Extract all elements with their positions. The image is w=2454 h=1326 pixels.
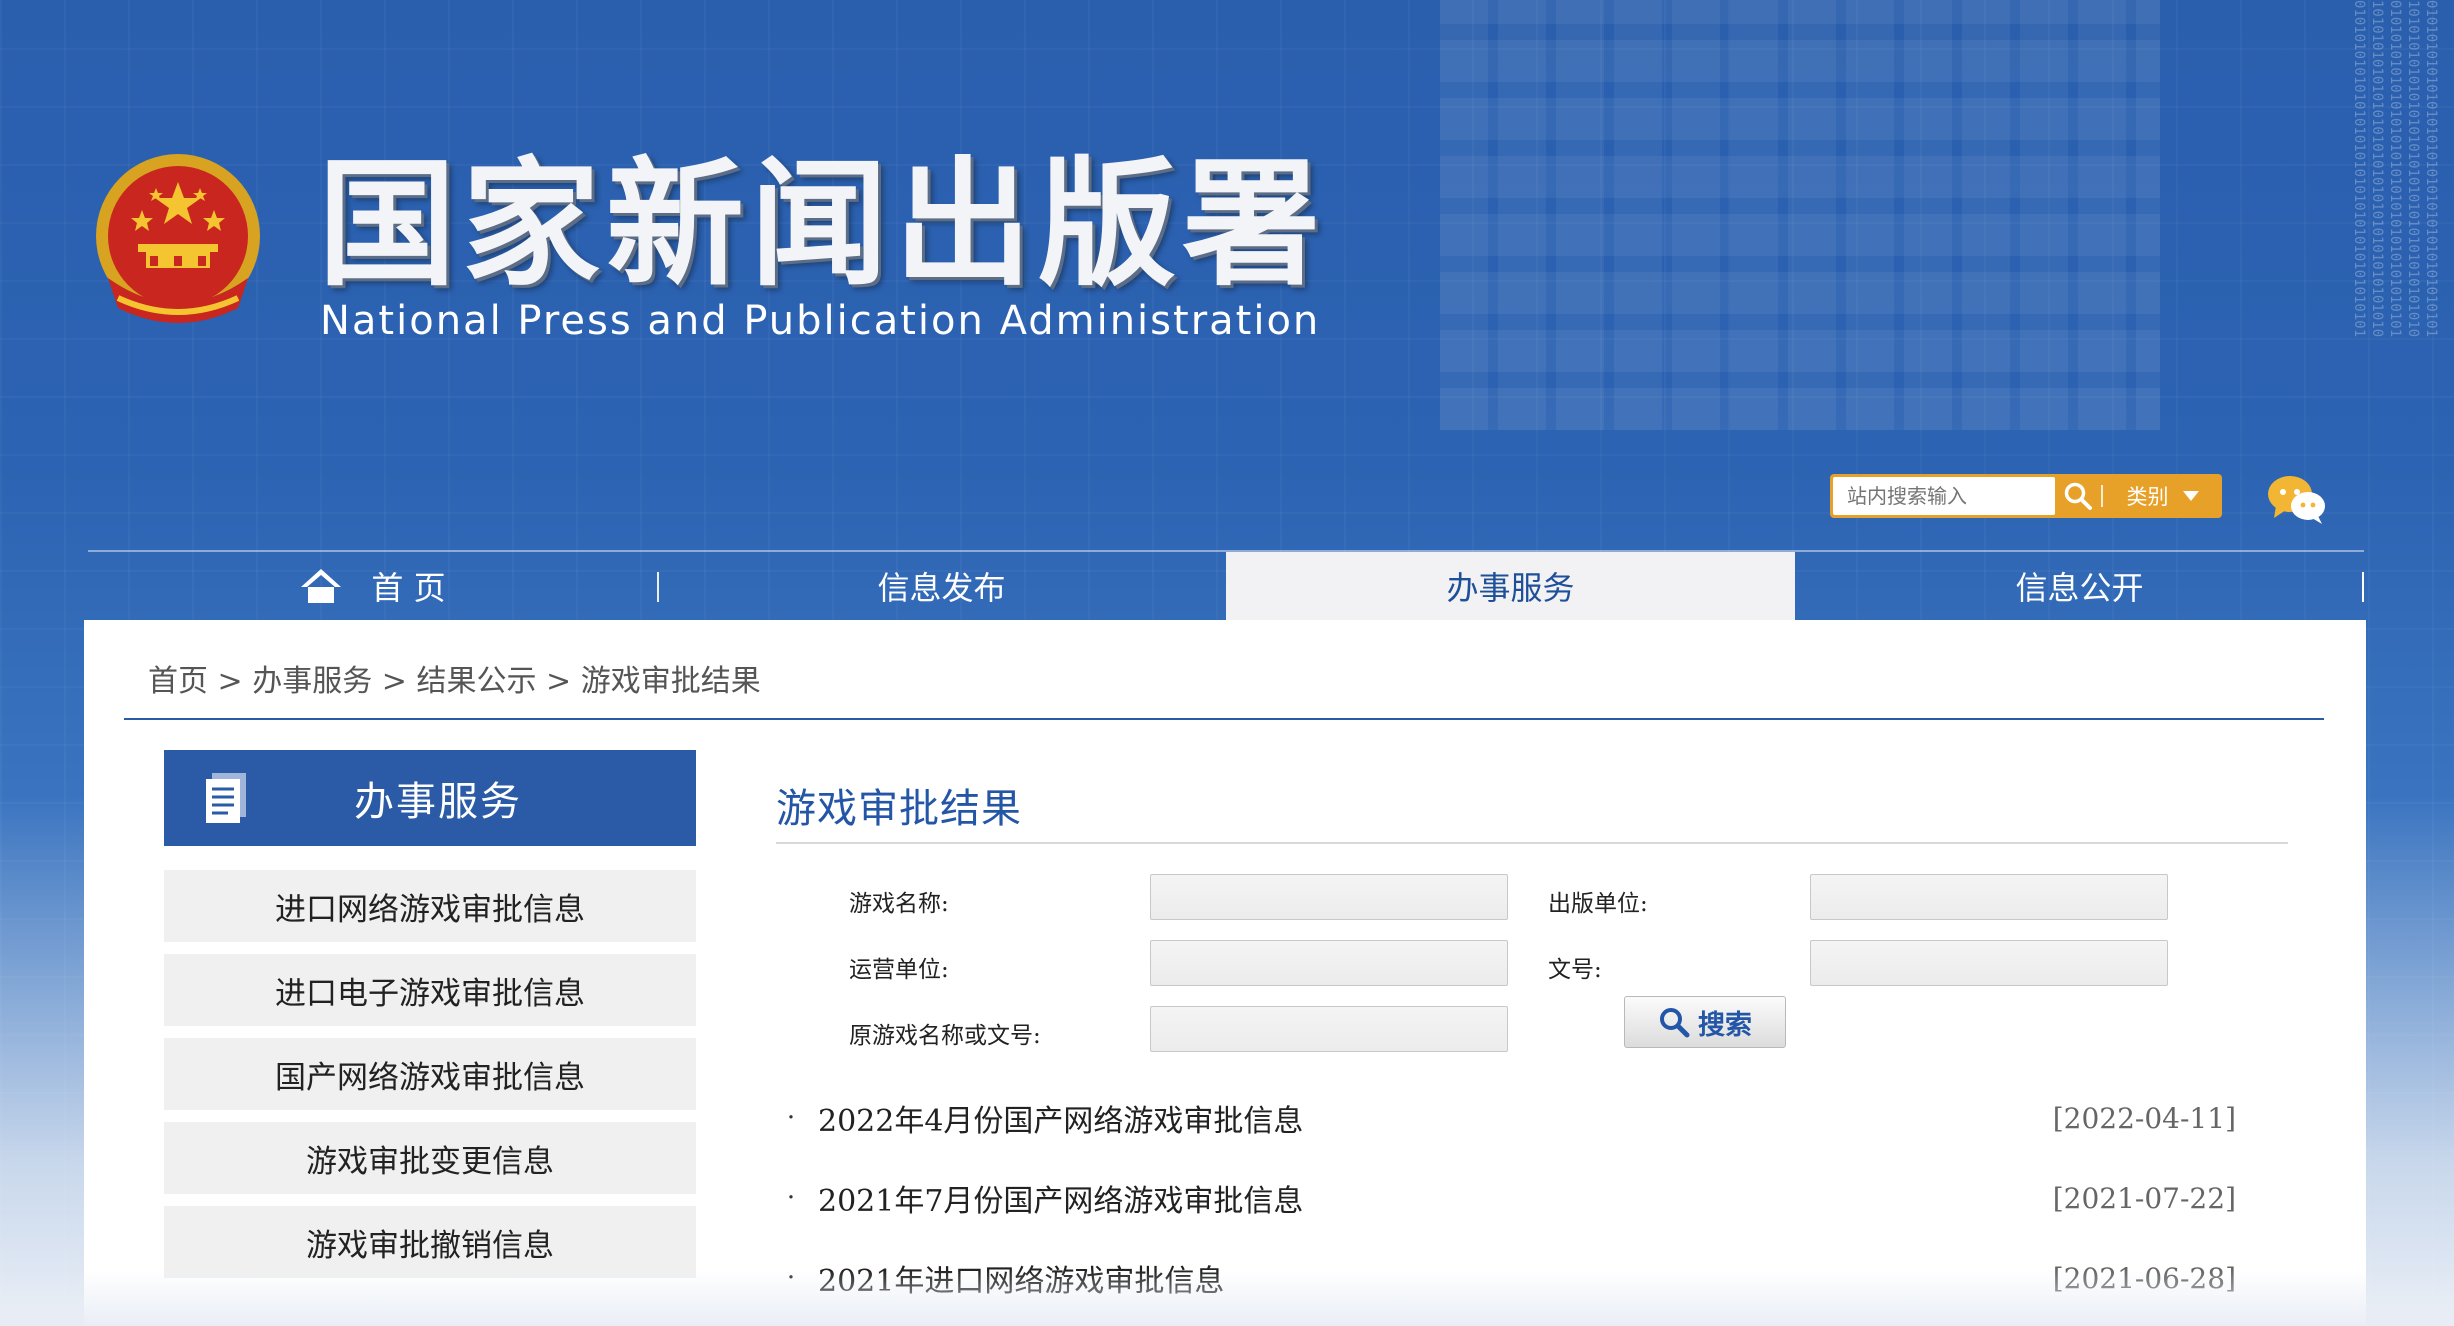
- wechat-icon[interactable]: [2266, 470, 2328, 526]
- sidebar-item-approval-changes[interactable]: 游戏审批变更信息: [164, 1122, 696, 1194]
- publisher-input[interactable]: [1810, 874, 2168, 920]
- sidebar-item-imported-online-games[interactable]: 进口网络游戏审批信息: [164, 870, 696, 942]
- document-icon: [206, 773, 246, 823]
- search-divider: [2101, 485, 2103, 507]
- breadcrumb-home[interactable]: 首页: [148, 664, 208, 699]
- site-search-input[interactable]: [1833, 477, 2055, 515]
- game-name-input[interactable]: [1150, 874, 1508, 920]
- site-title: 国家新闻出版署: [318, 144, 1327, 305]
- page-title: 游戏审批结果: [776, 786, 1022, 832]
- search-submit-label: 搜索: [1698, 1009, 1752, 1041]
- nav-info-release-label: 信息发布: [877, 569, 1006, 607]
- breadcrumb-divider: [124, 718, 2324, 720]
- site-search-button[interactable]: [2055, 476, 2101, 516]
- breadcrumb-separator: >: [546, 664, 572, 699]
- operator-label: 运营单位:: [849, 957, 949, 983]
- doc-number-label: 文号:: [1548, 957, 1602, 983]
- breadcrumb-current[interactable]: 游戏审批结果: [581, 664, 761, 699]
- original-name-input[interactable]: [1150, 1006, 1508, 1052]
- category-label: 类别: [2126, 485, 2169, 509]
- nav-services[interactable]: 办事服务: [1226, 552, 1795, 620]
- list-item[interactable]: · 2021年7月份国产网络游戏审批信息 [2021-07-22]: [776, 1158, 2236, 1238]
- main-nav: 首 页 信息发布 办事服务 信息公开: [88, 550, 2364, 620]
- breadcrumb-results[interactable]: 结果公示: [416, 664, 536, 699]
- search-icon: [1660, 1008, 1690, 1038]
- nav-home[interactable]: 首 页: [88, 552, 657, 620]
- result-date: [2021-07-22]: [2052, 1181, 2236, 1215]
- site-search: 类别: [1830, 474, 2222, 518]
- search-icon: [2064, 482, 2092, 510]
- search-submit-button[interactable]: 搜索: [1624, 996, 1786, 1048]
- category-dropdown[interactable]: 类别: [2103, 481, 2222, 511]
- original-name-label: 原游戏名称或文号:: [849, 1023, 1041, 1049]
- breadcrumb: 首页 > 办事服务 > 结果公示 > 游戏审批结果: [148, 656, 761, 700]
- operator-input[interactable]: [1150, 940, 1508, 986]
- sidebar-title: 办事服务: [354, 779, 522, 825]
- nav-info-public-label: 信息公开: [2015, 569, 2144, 607]
- doc-number-input[interactable]: [1810, 940, 2168, 986]
- breadcrumb-separator: >: [217, 664, 243, 699]
- sidebar-menu: 进口网络游戏审批信息 进口电子游戏审批信息 国产网络游戏审批信息 游戏审批变更信…: [164, 870, 696, 1290]
- sidebar-item-imported-electronic-games[interactable]: 进口电子游戏审批信息: [164, 954, 696, 1026]
- background-tiles: [1440, 0, 2160, 430]
- bullet: ·: [786, 1103, 796, 1133]
- bottom-fade: [0, 1270, 2454, 1326]
- sidebar-item-approval-revocations[interactable]: 游戏审批撤销信息: [164, 1206, 696, 1278]
- publisher-label: 出版单位:: [1548, 891, 1648, 917]
- title-divider: [776, 842, 2288, 844]
- result-date: [2022-04-11]: [2052, 1101, 2236, 1135]
- result-title[interactable]: 2021年7月份国产网络游戏审批信息: [818, 1176, 1303, 1220]
- nav-services-label: 办事服务: [1446, 569, 1575, 607]
- sidebar-header: 办事服务: [164, 750, 696, 846]
- background-binary-pattern: 0101010101010101010101010101010101010101…: [2351, 0, 2439, 338]
- nav-info-release[interactable]: 信息发布: [657, 552, 1226, 620]
- chevron-down-icon: [2182, 491, 2199, 501]
- game-name-label: 游戏名称:: [849, 891, 949, 917]
- result-title[interactable]: 2022年4月份国产网络游戏审批信息: [818, 1096, 1303, 1140]
- nav-home-label: 首 页: [371, 569, 446, 607]
- breadcrumb-services[interactable]: 办事服务: [252, 664, 372, 699]
- breadcrumb-separator: >: [381, 664, 407, 699]
- nav-divider: [2362, 572, 2364, 602]
- main-panel: 首页 > 办事服务 > 结果公示 > 游戏审批结果 办事服务 进口网络游戏审批信…: [84, 620, 2366, 1326]
- nav-info-public[interactable]: 信息公开: [1795, 552, 2364, 620]
- sidebar-item-domestic-online-games[interactable]: 国产网络游戏审批信息: [164, 1038, 696, 1110]
- list-item[interactable]: · 2022年4月份国产网络游戏审批信息 [2022-04-11]: [776, 1078, 2236, 1158]
- bullet: ·: [786, 1183, 796, 1213]
- national-emblem-logo: [96, 154, 260, 323]
- home-icon: [301, 569, 342, 603]
- site-subtitle: National Press and Publication Administr…: [320, 298, 1321, 344]
